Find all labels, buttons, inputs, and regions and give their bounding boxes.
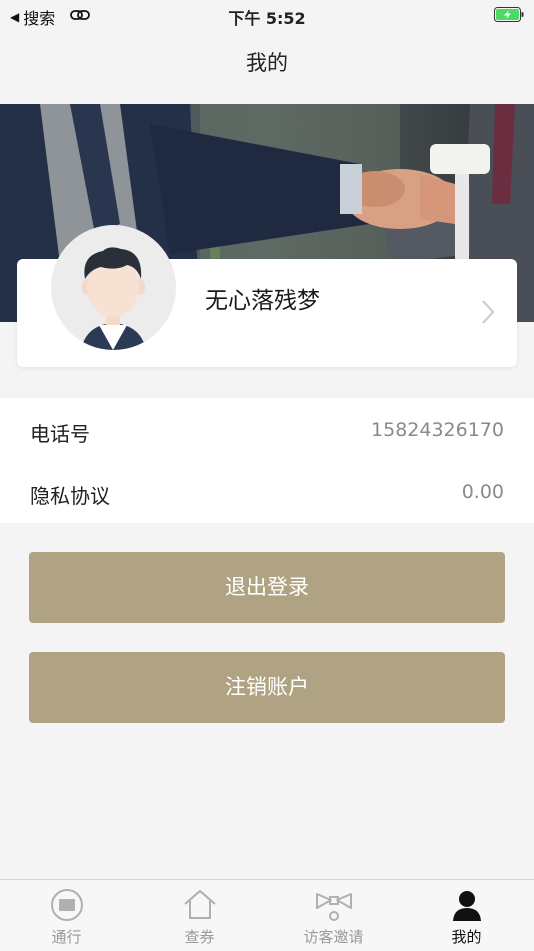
tab-coupons-label: 查券	[184, 928, 215, 946]
info-section: 电话号 15824326170 隐私协议 0.00	[0, 398, 534, 523]
privacy-agreement-row[interactable]: 隐私协议 0.00	[0, 460, 534, 522]
pass-icon	[50, 889, 83, 921]
tab-coupons[interactable]: 查券	[133, 880, 266, 951]
page-title: 我的	[246, 51, 288, 75]
tab-mine-label: 我的	[451, 928, 482, 946]
phone-row: 电话号 15824326170	[0, 398, 534, 460]
user-avatar-icon[interactable]	[51, 225, 176, 350]
profile-name: 无心落残梦	[205, 288, 320, 314]
status-bar: ◀ 搜索 下午 5:52	[0, 0, 534, 30]
tab-visitor-invite[interactable]: 访客邀请	[267, 880, 400, 951]
person-icon	[452, 891, 481, 921]
phone-label: 电话号	[30, 422, 90, 446]
battery-icon	[494, 7, 524, 22]
tab-pass[interactable]: 通行	[0, 880, 133, 951]
invite-bow-icon	[315, 893, 352, 921]
tab-mine[interactable]: 我的	[400, 880, 533, 951]
home-icon	[183, 889, 216, 919]
navigation-bar: 我的	[0, 30, 534, 92]
tab-visitor-invite-label: 访客邀请	[303, 928, 364, 946]
status-time: 下午 5:52	[228, 9, 306, 28]
chevron-right-icon	[482, 300, 495, 324]
logout-button[interactable]: 退出登录	[29, 552, 505, 623]
privacy-agreement-label: 隐私协议	[30, 484, 110, 508]
delete-account-button[interactable]: 注销账户	[29, 652, 505, 723]
tab-bar: 通行 查券 访客邀请 我的	[0, 879, 534, 951]
phone-value: 15824326170	[371, 419, 504, 441]
tab-pass-label: 通行	[51, 928, 82, 946]
privacy-agreement-value: 0.00	[461, 481, 504, 503]
